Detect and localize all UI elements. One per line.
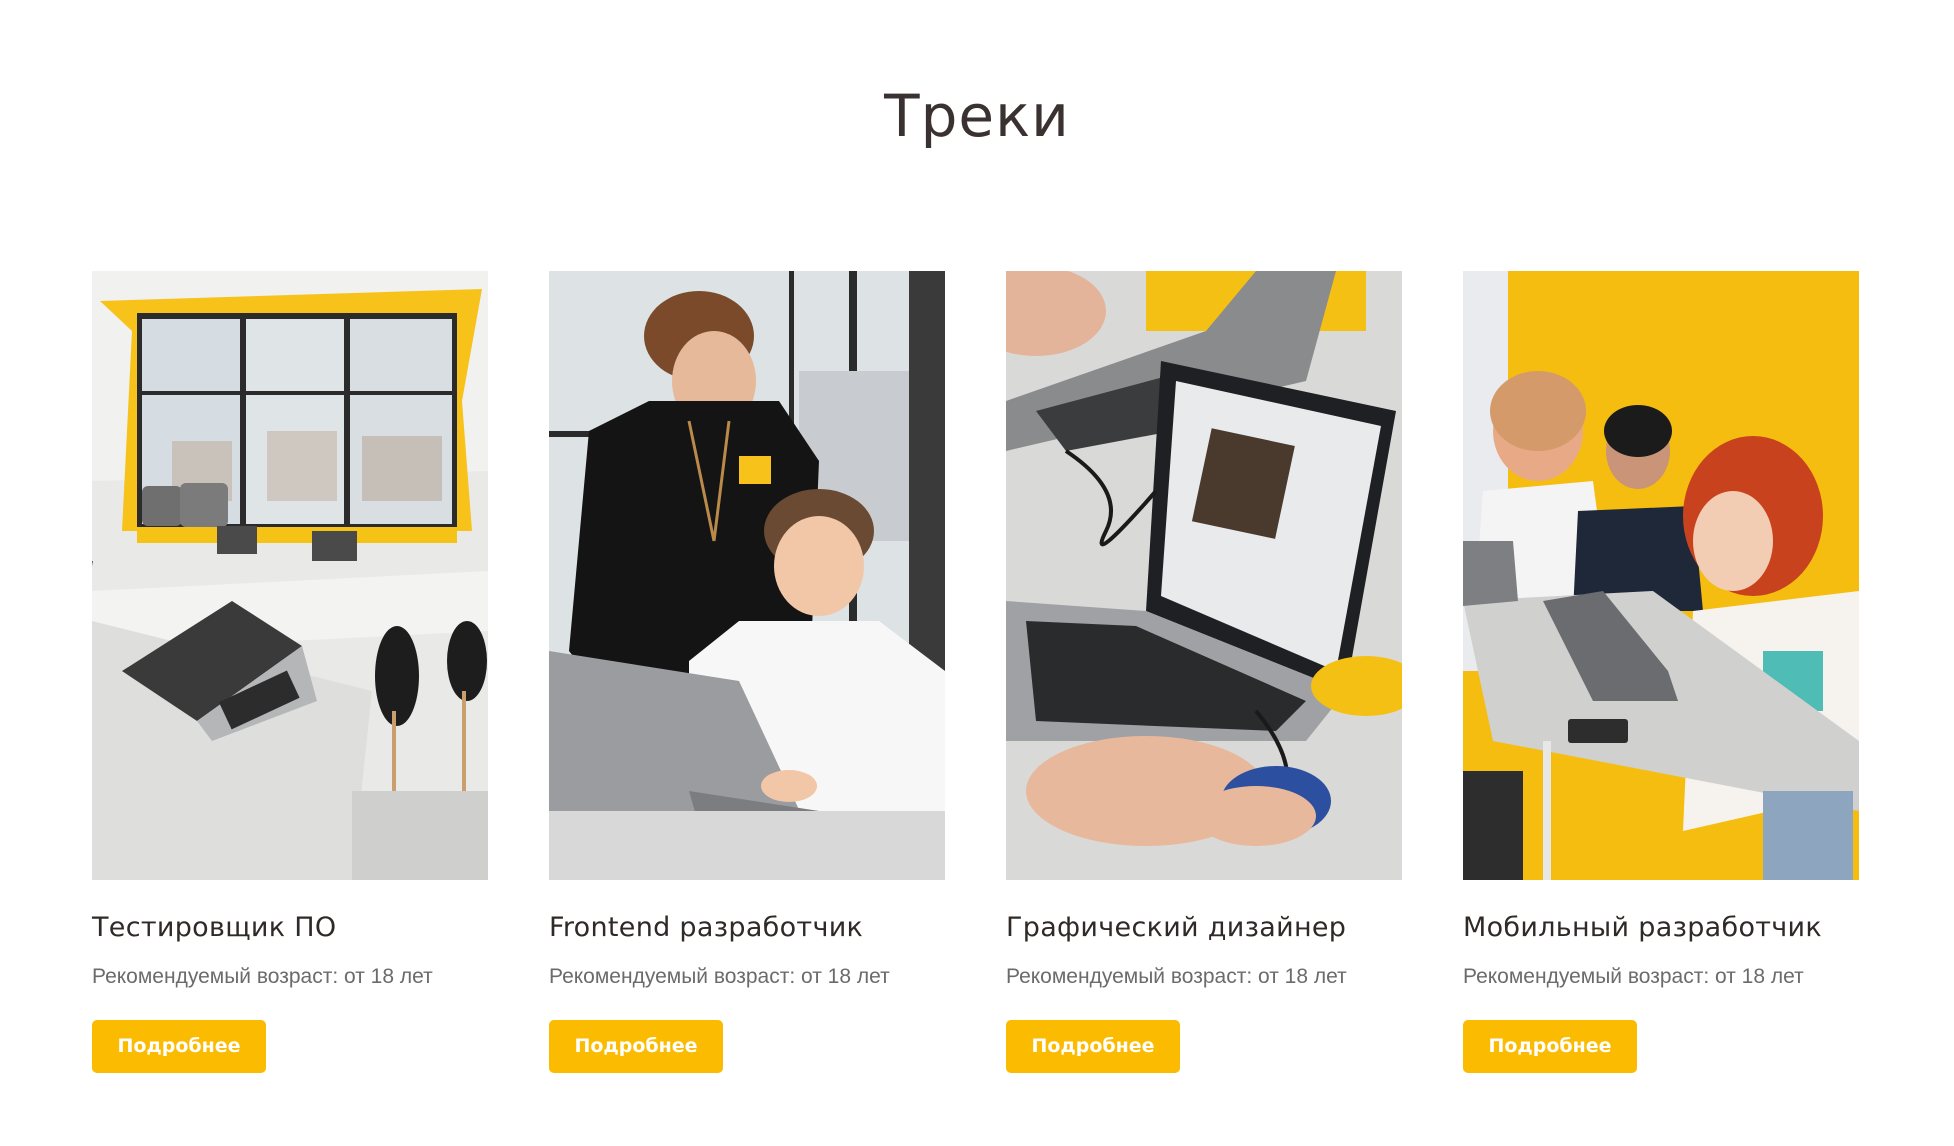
section-title: Треки bbox=[884, 82, 1070, 150]
details-button[interactable]: Подробнее bbox=[1006, 1020, 1180, 1073]
details-button[interactable]: Подробнее bbox=[1463, 1020, 1637, 1073]
laptop-design-photo bbox=[1006, 271, 1402, 880]
card-image-teacher-boy bbox=[549, 271, 945, 880]
card-title: Тестировщик ПО bbox=[92, 912, 337, 943]
students-photo bbox=[1463, 271, 1859, 880]
classroom-photo bbox=[92, 271, 488, 880]
details-button[interactable]: Подробнее bbox=[549, 1020, 723, 1073]
card-title: Мобильный разработчик bbox=[1463, 912, 1823, 943]
card-title: Графический дизайнер bbox=[1006, 912, 1347, 943]
tracks-section: Треки Тестировщик ПО Рекомендуемый возра… bbox=[0, 0, 1954, 1146]
track-card-frontend: Frontend разработчик Рекомендуемый возра… bbox=[549, 271, 945, 1073]
card-image-classroom bbox=[92, 271, 488, 880]
card-image-students bbox=[1463, 271, 1859, 880]
track-card-mobile: Мобильный разработчик Рекомендуемый возр… bbox=[1463, 271, 1859, 1073]
card-subtitle: Рекомендуемый возраст: от 18 лет bbox=[1463, 965, 1804, 988]
card-image-laptop-design bbox=[1006, 271, 1402, 880]
card-subtitle: Рекомендуемый возраст: от 18 лет bbox=[92, 965, 433, 988]
track-card-designer: Графический дизайнер Рекомендуемый возра… bbox=[1006, 271, 1402, 1073]
card-title: Frontend разработчик bbox=[549, 912, 864, 943]
card-subtitle: Рекомендуемый возраст: от 18 лет bbox=[549, 965, 890, 988]
teacher-boy-photo bbox=[549, 271, 945, 880]
track-card-tester: Тестировщик ПО Рекомендуемый возраст: от… bbox=[92, 271, 488, 1073]
details-button[interactable]: Подробнее bbox=[92, 1020, 266, 1073]
card-subtitle: Рекомендуемый возраст: от 18 лет bbox=[1006, 965, 1347, 988]
